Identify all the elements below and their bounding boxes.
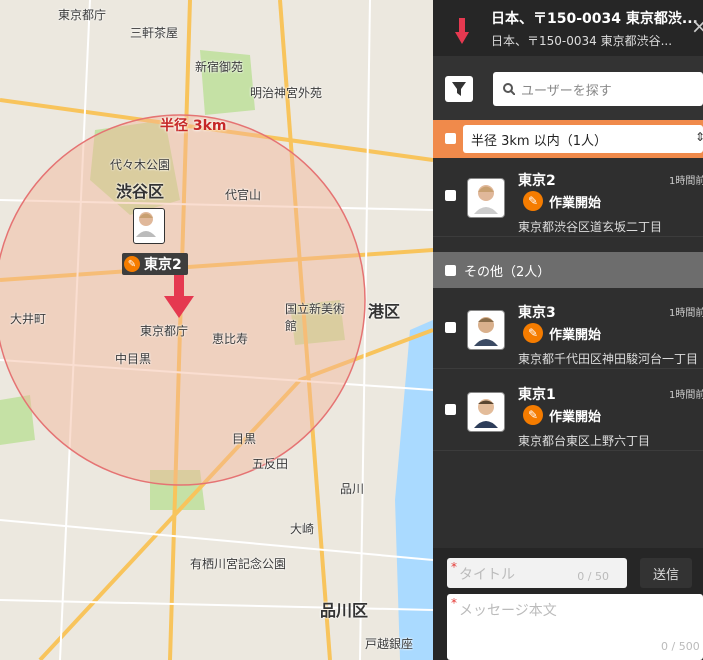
user-name: 東京2 bbox=[518, 173, 556, 189]
search-icon bbox=[503, 83, 515, 95]
map-label-togoshi: 有栖川宮記念公園 bbox=[190, 557, 287, 571]
user-checkbox[interactable] bbox=[445, 322, 456, 333]
avatar-icon bbox=[136, 212, 156, 237]
user-time: 1時間前 bbox=[669, 176, 703, 187]
avatar bbox=[467, 178, 505, 218]
user-address: 東京都台東区上野六丁目 bbox=[518, 434, 651, 448]
avatar-icon bbox=[474, 185, 498, 214]
message-compose: * タイトル 0 / 50 送信 * メッセージ本文 0 / 500 bbox=[433, 548, 703, 660]
message-field[interactable]: * メッセージ本文 0 / 500 bbox=[447, 594, 703, 660]
wrench-icon: ✎ bbox=[523, 191, 543, 211]
group-in-radius[interactable]: 半径 3km 以内（1人） ⇕ bbox=[433, 120, 703, 158]
map-label-shinjuku: 東京都庁 bbox=[58, 8, 107, 22]
user-address: 東京都渋谷区道玄坂二丁目 bbox=[518, 220, 663, 234]
user-panel: 日本、〒150-0034 東京都渋... 日本、〒150-0034 東京都渋谷.… bbox=[433, 0, 703, 660]
search-input[interactable]: ユーザーを探す bbox=[493, 72, 703, 106]
map-view[interactable]: 東京都庁 三軒茶屋 新宿御苑 明治神宮外苑 代々木公園 渋谷区 代官山 国立新美… bbox=[0, 0, 433, 660]
user-time: 1時間前 bbox=[669, 308, 703, 319]
user-status: ✎ 作業開始 bbox=[523, 405, 601, 425]
user-checkbox[interactable] bbox=[445, 404, 456, 415]
group-in-radius-select[interactable]: 半径 3km 以内（1人） bbox=[463, 125, 703, 153]
map-label-gotanda: 五反田 bbox=[252, 457, 289, 471]
user-marker-photo[interactable] bbox=[133, 208, 165, 244]
user-address: 東京都千代田区神田駿河台一丁目 bbox=[518, 352, 699, 366]
map-label-daikanyama: 東京都庁 bbox=[140, 324, 189, 338]
map-label-meguro: 目黒 bbox=[232, 432, 257, 446]
map-label-shinjuku-station: 三軒茶屋 bbox=[130, 26, 179, 40]
title-counter: 0 / 50 bbox=[577, 570, 609, 583]
user-item-3[interactable]: 東京1 1時間前 ✎ 作業開始 東京都台東区上野六丁目 bbox=[433, 372, 703, 451]
user-status-label: 作業開始 bbox=[549, 409, 602, 425]
message-placeholder: メッセージ本文 bbox=[459, 603, 557, 619]
map-label-nakameguro: 中目黒 bbox=[115, 352, 152, 366]
map-label-roppongi: 代官山 bbox=[225, 188, 262, 202]
location-title: 日本、〒150-0034 東京都渋... bbox=[491, 11, 698, 27]
map-label-osaki: 大崎 bbox=[290, 522, 315, 536]
search-placeholder: ユーザーを探す bbox=[521, 83, 612, 99]
group-in-radius-label: 半径 3km 以内（1人） bbox=[471, 133, 607, 149]
avatar-icon bbox=[474, 399, 498, 428]
user-checkbox[interactable] bbox=[445, 190, 456, 201]
map-label-sangenjaya: 大井町 bbox=[10, 312, 47, 326]
filter-button[interactable] bbox=[445, 76, 473, 102]
map-label-oimachi: 戸越銀座 bbox=[365, 637, 414, 651]
filter-icon bbox=[452, 82, 466, 96]
user-name: 東京3 bbox=[518, 305, 556, 321]
wrench-icon: ✎ bbox=[523, 405, 543, 425]
radius-label: 半径 3km bbox=[160, 118, 227, 134]
wrench-icon: ✎ bbox=[523, 323, 543, 343]
map-label-minato-ku: 港区 bbox=[368, 302, 401, 321]
map-label-shinagawa: 品川 bbox=[340, 482, 365, 496]
required-mark: * bbox=[451, 596, 457, 610]
user-status: ✎ 作業開始 bbox=[523, 323, 601, 343]
map-label-hiroo: 国立新美術館 bbox=[285, 302, 346, 333]
avatar bbox=[467, 392, 505, 432]
direction-arrow-icon bbox=[455, 18, 469, 44]
user-status-label: 作業開始 bbox=[549, 327, 602, 343]
required-mark: * bbox=[451, 560, 457, 574]
message-counter: 0 / 500 bbox=[661, 640, 700, 653]
toolbar: ユーザーを探す bbox=[433, 56, 703, 120]
group-others[interactable]: その他（2人） bbox=[433, 252, 703, 288]
map-label-shinjuku-gyoen: 新宿御苑 bbox=[195, 60, 244, 74]
user-item-2[interactable]: 東京3 1時間前 ✎ 作業開始 東京都千代田区神田駿河台一丁目 bbox=[433, 290, 703, 369]
marker-label: 東京2 bbox=[144, 257, 182, 273]
user-status: ✎ 作業開始 bbox=[523, 191, 601, 211]
user-status-label: 作業開始 bbox=[549, 195, 602, 211]
avatar-icon bbox=[474, 317, 498, 346]
user-item-1[interactable]: 東京2 1時間前 ✎ 作業開始 東京都渋谷区道玄坂二丁目 bbox=[433, 158, 703, 237]
panel-header: 日本、〒150-0034 東京都渋... 日本、〒150-0034 東京都渋谷.… bbox=[433, 0, 703, 56]
group-others-label: その他（2人） bbox=[464, 264, 551, 280]
map-label-meiji-jingu: 明治神宮外苑 bbox=[250, 86, 323, 100]
user-name: 東京1 bbox=[518, 387, 556, 403]
group-in-radius-checkbox[interactable] bbox=[445, 133, 456, 144]
close-icon[interactable]: × bbox=[691, 14, 703, 38]
user-time: 1時間前 bbox=[669, 390, 703, 401]
title-field[interactable]: * タイトル 0 / 50 bbox=[447, 558, 627, 588]
map-label-shibuya-ku: 渋谷区 bbox=[116, 182, 165, 201]
group-others-checkbox[interactable] bbox=[445, 264, 456, 276]
sort-icon[interactable]: ⇕ bbox=[695, 130, 703, 144]
avatar bbox=[467, 310, 505, 350]
wrench-icon: ✎ bbox=[124, 256, 140, 272]
map-label-shinagawa-ku: 品川区 bbox=[320, 601, 369, 620]
map-label-yoyogi-park: 代々木公園 bbox=[110, 158, 171, 172]
user-marker-tag[interactable]: ✎ 東京2 bbox=[122, 253, 188, 275]
map-label-ebisu: 恵比寿 bbox=[212, 332, 249, 346]
location-subtitle: 日本、〒150-0034 東京都渋谷... bbox=[491, 34, 673, 48]
title-placeholder: タイトル bbox=[459, 567, 515, 583]
send-button[interactable]: 送信 bbox=[640, 558, 692, 588]
